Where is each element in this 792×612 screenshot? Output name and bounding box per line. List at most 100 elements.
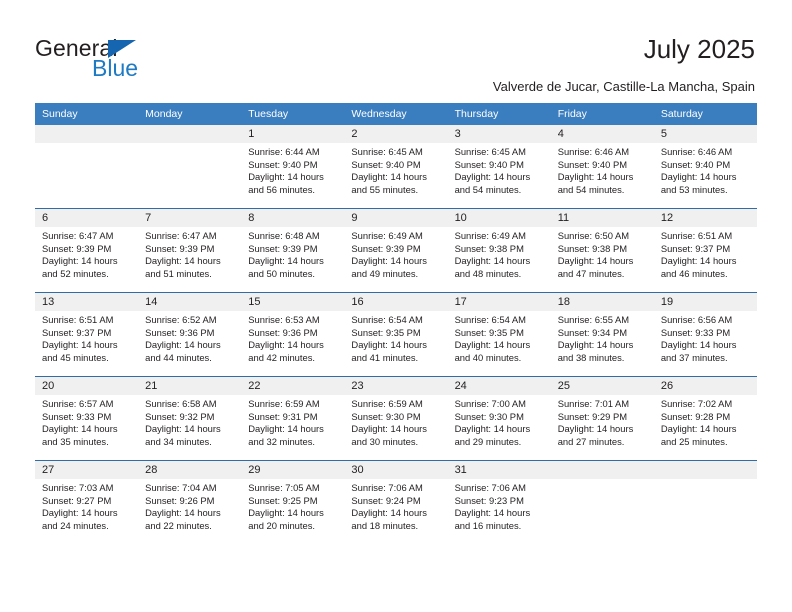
daylight-text-2: and 49 minutes. xyxy=(351,267,419,279)
daylight-text-2: and 37 minutes. xyxy=(660,351,728,363)
sunrise-text: Sunrise: 7:02 AM xyxy=(660,398,733,409)
weekday-header-thursday: Thursday xyxy=(447,103,551,125)
sunset-text: Sunset: 9:25 PM xyxy=(248,494,318,506)
day-number: 17 xyxy=(447,292,551,311)
week-info-row: Sunrise: 6:51 AM Sunset: 9:37 PM Dayligh… xyxy=(35,311,757,377)
day-number: 11 xyxy=(550,208,654,227)
sunrise-text: Sunrise: 6:45 AM xyxy=(351,146,423,157)
sunset-text: Sunset: 9:36 PM xyxy=(145,326,215,338)
day-cell: Sunrise: 6:49 AM Sunset: 9:38 PM Dayligh… xyxy=(447,227,551,293)
sunrise-text: Sunrise: 6:47 AM xyxy=(145,230,217,241)
sunset-text: Sunset: 9:39 PM xyxy=(42,242,112,254)
daylight-text-2: and 55 minutes. xyxy=(351,183,419,195)
weekday-header-wednesday: Wednesday xyxy=(344,103,448,125)
daylight-text-1: Daylight: 14 hours xyxy=(42,423,118,435)
daylight-text-1: Daylight: 14 hours xyxy=(557,255,634,267)
sunrise-text: Sunrise: 6:48 AM xyxy=(248,230,320,241)
daylight-text-2: and 42 minutes. xyxy=(248,351,315,363)
daylight-text-1: Daylight: 14 hours xyxy=(557,339,634,351)
day-cell: Sunrise: 6:46 AM Sunset: 9:40 PM Dayligh… xyxy=(550,143,654,209)
calendar-header-row: Sunday Monday Tuesday Wednesday Thursday… xyxy=(35,103,757,125)
sunrise-text: Sunrise: 6:45 AM xyxy=(454,146,526,157)
day-cell: Sunrise: 6:56 AM Sunset: 9:33 PM Dayligh… xyxy=(653,311,757,377)
daylight-text-2: and 24 minutes. xyxy=(42,519,109,531)
sunrise-text: Sunrise: 6:54 AM xyxy=(454,314,526,325)
weekday-header-tuesday: Tuesday xyxy=(241,103,345,125)
sunset-text: Sunset: 9:31 PM xyxy=(248,410,318,422)
day-cell: Sunrise: 6:45 AM Sunset: 9:40 PM Dayligh… xyxy=(344,143,448,209)
daylight-text-2: and 18 minutes. xyxy=(351,519,419,531)
sunset-text: Sunset: 9:28 PM xyxy=(660,410,731,422)
day-cell: Sunrise: 6:44 AM Sunset: 9:40 PM Dayligh… xyxy=(241,143,345,209)
day-cell: Sunrise: 6:45 AM Sunset: 9:40 PM Dayligh… xyxy=(447,143,551,209)
day-cell: Sunrise: 6:58 AM Sunset: 9:32 PM Dayligh… xyxy=(138,395,242,461)
daylight-text-2: and 40 minutes. xyxy=(454,351,522,363)
day-number: 13 xyxy=(35,292,139,311)
day-cell: Sunrise: 7:06 AM Sunset: 9:23 PM Dayligh… xyxy=(447,479,551,544)
day-cell: Sunrise: 6:59 AM Sunset: 9:31 PM Dayligh… xyxy=(241,395,345,461)
week-daynum-row: 6 7 8 9 10 11 12 xyxy=(35,208,757,227)
day-number: 6 xyxy=(35,208,139,227)
daylight-text-2: and 54 minutes. xyxy=(557,183,625,195)
day-cell xyxy=(35,143,139,209)
day-number: 20 xyxy=(35,376,139,395)
day-cell: Sunrise: 6:57 AM Sunset: 9:33 PM Dayligh… xyxy=(35,395,139,461)
sunset-text: Sunset: 9:39 PM xyxy=(351,242,421,254)
day-number: 4 xyxy=(550,125,654,143)
daylight-text-2: and 48 minutes. xyxy=(454,267,522,279)
day-cell: Sunrise: 6:51 AM Sunset: 9:37 PM Dayligh… xyxy=(653,227,757,293)
sunrise-text: Sunrise: 6:58 AM xyxy=(145,398,217,409)
day-cell: Sunrise: 6:54 AM Sunset: 9:35 PM Dayligh… xyxy=(344,311,448,377)
day-cell: Sunrise: 7:03 AM Sunset: 9:27 PM Dayligh… xyxy=(35,479,139,544)
daylight-text-1: Daylight: 14 hours xyxy=(42,255,118,267)
day-cell: Sunrise: 6:59 AM Sunset: 9:30 PM Dayligh… xyxy=(344,395,448,461)
daylight-text-1: Daylight: 14 hours xyxy=(248,507,324,519)
sunset-text: Sunset: 9:40 PM xyxy=(557,158,628,170)
day-number: 10 xyxy=(447,208,551,227)
daylight-text-1: Daylight: 14 hours xyxy=(660,171,737,183)
day-number xyxy=(550,460,654,479)
page-title: July 2025 xyxy=(643,34,755,64)
sunset-text: Sunset: 9:40 PM xyxy=(454,158,524,170)
day-cell: Sunrise: 7:06 AM Sunset: 9:24 PM Dayligh… xyxy=(344,479,448,544)
daylight-text-1: Daylight: 14 hours xyxy=(42,339,118,351)
day-cell: Sunrise: 7:01 AM Sunset: 9:29 PM Dayligh… xyxy=(550,395,654,461)
daylight-text-1: Daylight: 14 hours xyxy=(145,255,221,267)
day-number: 1 xyxy=(241,125,345,143)
day-cell: Sunrise: 6:51 AM Sunset: 9:37 PM Dayligh… xyxy=(35,311,139,377)
sunrise-text: Sunrise: 6:56 AM xyxy=(660,314,733,325)
sunset-text: Sunset: 9:27 PM xyxy=(42,494,112,506)
day-number: 9 xyxy=(344,208,448,227)
daylight-text-2: and 54 minutes. xyxy=(454,183,522,195)
daylight-text-1: Daylight: 14 hours xyxy=(42,507,118,519)
day-number: 25 xyxy=(550,376,654,395)
day-cell: Sunrise: 7:04 AM Sunset: 9:26 PM Dayligh… xyxy=(138,479,242,544)
daylight-text-2: and 38 minutes. xyxy=(557,351,625,363)
sunset-text: Sunset: 9:40 PM xyxy=(248,158,318,170)
sunrise-text: Sunrise: 6:49 AM xyxy=(454,230,526,241)
sunset-text: Sunset: 9:33 PM xyxy=(42,410,112,422)
weekday-header-sunday: Sunday xyxy=(35,103,139,125)
daylight-text-1: Daylight: 14 hours xyxy=(454,507,531,519)
week-daynum-row: 1 2 3 4 5 xyxy=(35,125,757,143)
day-number: 2 xyxy=(344,125,448,143)
day-number: 16 xyxy=(344,292,448,311)
day-number: 27 xyxy=(35,460,139,479)
daylight-text-1: Daylight: 14 hours xyxy=(660,423,737,435)
daylight-text-1: Daylight: 14 hours xyxy=(351,255,427,267)
day-number: 24 xyxy=(447,376,551,395)
daylight-text-1: Daylight: 14 hours xyxy=(248,255,324,267)
sunrise-text: Sunrise: 7:00 AM xyxy=(454,398,526,409)
day-cell: Sunrise: 6:47 AM Sunset: 9:39 PM Dayligh… xyxy=(35,227,139,293)
day-number: 19 xyxy=(653,292,757,311)
daylight-text-1: Daylight: 14 hours xyxy=(351,171,427,183)
sunrise-text: Sunrise: 6:47 AM xyxy=(42,230,114,241)
daylight-text-2: and 29 minutes. xyxy=(454,435,522,447)
sunset-text: Sunset: 9:30 PM xyxy=(351,410,421,422)
daylight-text-2: and 53 minutes. xyxy=(660,183,728,195)
day-cell: Sunrise: 6:55 AM Sunset: 9:34 PM Dayligh… xyxy=(550,311,654,377)
sunset-text: Sunset: 9:23 PM xyxy=(454,494,524,506)
day-number: 14 xyxy=(138,292,242,311)
sunset-text: Sunset: 9:29 PM xyxy=(557,410,628,422)
daylight-text-2: and 27 minutes. xyxy=(557,435,625,447)
